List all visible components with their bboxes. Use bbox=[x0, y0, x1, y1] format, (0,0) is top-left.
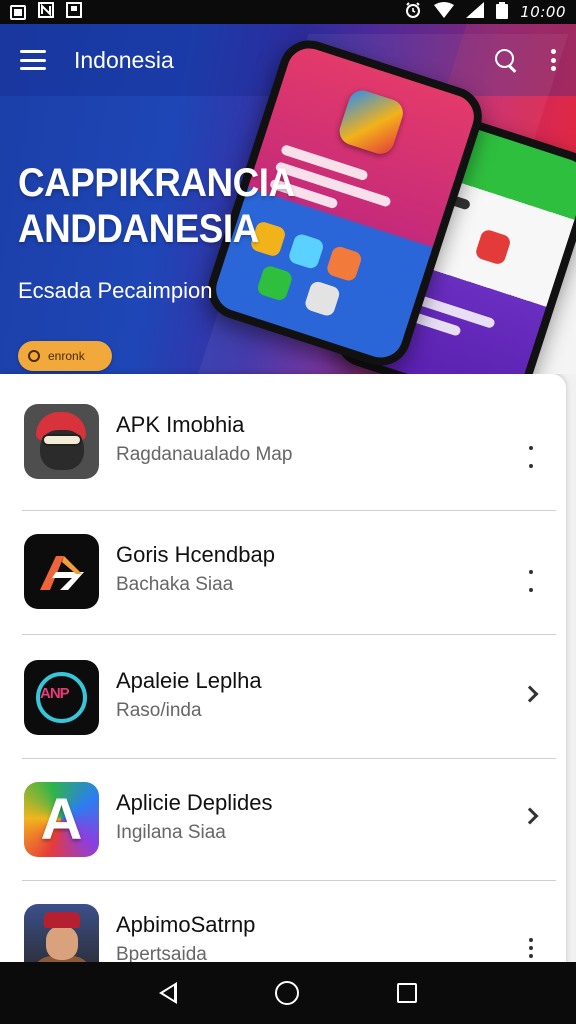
notification-n-icon bbox=[38, 2, 54, 22]
item-more-icon[interactable] bbox=[528, 446, 534, 468]
phone-tile bbox=[474, 228, 512, 266]
app-list-item[interactable]: Goris Hcendbap Bachaka Siaa bbox=[0, 504, 566, 628]
apk-ring-logo-icon: ANP bbox=[24, 660, 99, 735]
circle-icon bbox=[28, 350, 40, 362]
app-title-text: Apaleie Leplha bbox=[116, 668, 262, 693]
app-subtitle-text: Ingilana Siaa bbox=[116, 822, 226, 843]
menu-icon[interactable] bbox=[20, 50, 46, 70]
chevron-right-icon[interactable] bbox=[521, 807, 539, 825]
app-title-text: ApbimoSatrnp bbox=[116, 912, 256, 937]
home-icon[interactable] bbox=[275, 981, 299, 1005]
search-icon[interactable] bbox=[494, 48, 518, 72]
back-icon[interactable] bbox=[159, 982, 177, 1004]
alarm-icon bbox=[404, 1, 422, 23]
phone-tile bbox=[255, 264, 294, 303]
hero-cta-label: enronk bbox=[48, 349, 85, 363]
battery-icon bbox=[496, 1, 509, 23]
app-title-text: Goris Hcendbap bbox=[116, 542, 275, 567]
signal-icon bbox=[466, 2, 485, 22]
orange-arrow-logo-icon bbox=[24, 534, 99, 609]
app-title: Indonesia bbox=[74, 46, 174, 73]
app-subtitle-text: Raso/inda bbox=[116, 700, 202, 721]
hero-cta-button[interactable]: enronk bbox=[18, 341, 112, 371]
app-title-text: APK Imobhia bbox=[116, 412, 245, 437]
app-logo-icon bbox=[335, 86, 407, 158]
app-title-text: Aplicie Deplides bbox=[116, 790, 273, 815]
app-bar: Indonesia bbox=[0, 24, 576, 96]
status-time: 10:00 bbox=[520, 3, 566, 21]
item-more-icon[interactable] bbox=[528, 938, 534, 958]
status-bar: 10:00 bbox=[0, 0, 576, 24]
app-subtitle-text: Bachaka Siaa bbox=[116, 574, 234, 595]
app-list: APK Imobhia Ragdanaualado Map Goris Hcen… bbox=[0, 374, 566, 979]
status-right: 10:00 bbox=[404, 1, 566, 23]
recents-icon[interactable] bbox=[397, 983, 417, 1003]
phone-tile bbox=[325, 244, 364, 283]
app-list-item[interactable]: A Aplicie Deplides Ingilana Siaa bbox=[0, 752, 566, 876]
item-more-icon[interactable] bbox=[528, 570, 534, 592]
status-left bbox=[10, 2, 82, 22]
system-nav-bar bbox=[0, 962, 576, 1024]
app-subtitle-text: Ragdanaualado Map bbox=[116, 444, 293, 465]
wifi-icon bbox=[434, 2, 455, 22]
phone-tile bbox=[303, 279, 342, 318]
rainbow-a-logo-icon: A bbox=[24, 782, 99, 857]
screen: 10:00 CAPPIKRANCIA ANDDANESIA Ecsada Pec… bbox=[0, 0, 576, 1024]
hero-headline-line: CAPPIKRANCIA bbox=[18, 161, 295, 205]
hero-subtitle: Ecsada Pecaimpion bbox=[18, 278, 213, 303]
notification-icon bbox=[10, 4, 26, 20]
hero-headline: CAPPIKRANCIA ANDDANESIA bbox=[18, 160, 295, 252]
avatar-red-hat-icon bbox=[24, 404, 99, 479]
notification-box-icon bbox=[66, 2, 82, 22]
app-list-item[interactable]: APK Imobhia Ragdanaualado Map bbox=[0, 374, 566, 498]
hero-headline-line: ANDDANESIA bbox=[18, 207, 259, 251]
chevron-right-icon[interactable] bbox=[521, 685, 539, 703]
more-options-icon[interactable] bbox=[550, 49, 556, 71]
app-list-item[interactable]: ANP Apaleie Leplha Raso/inda bbox=[0, 630, 566, 754]
